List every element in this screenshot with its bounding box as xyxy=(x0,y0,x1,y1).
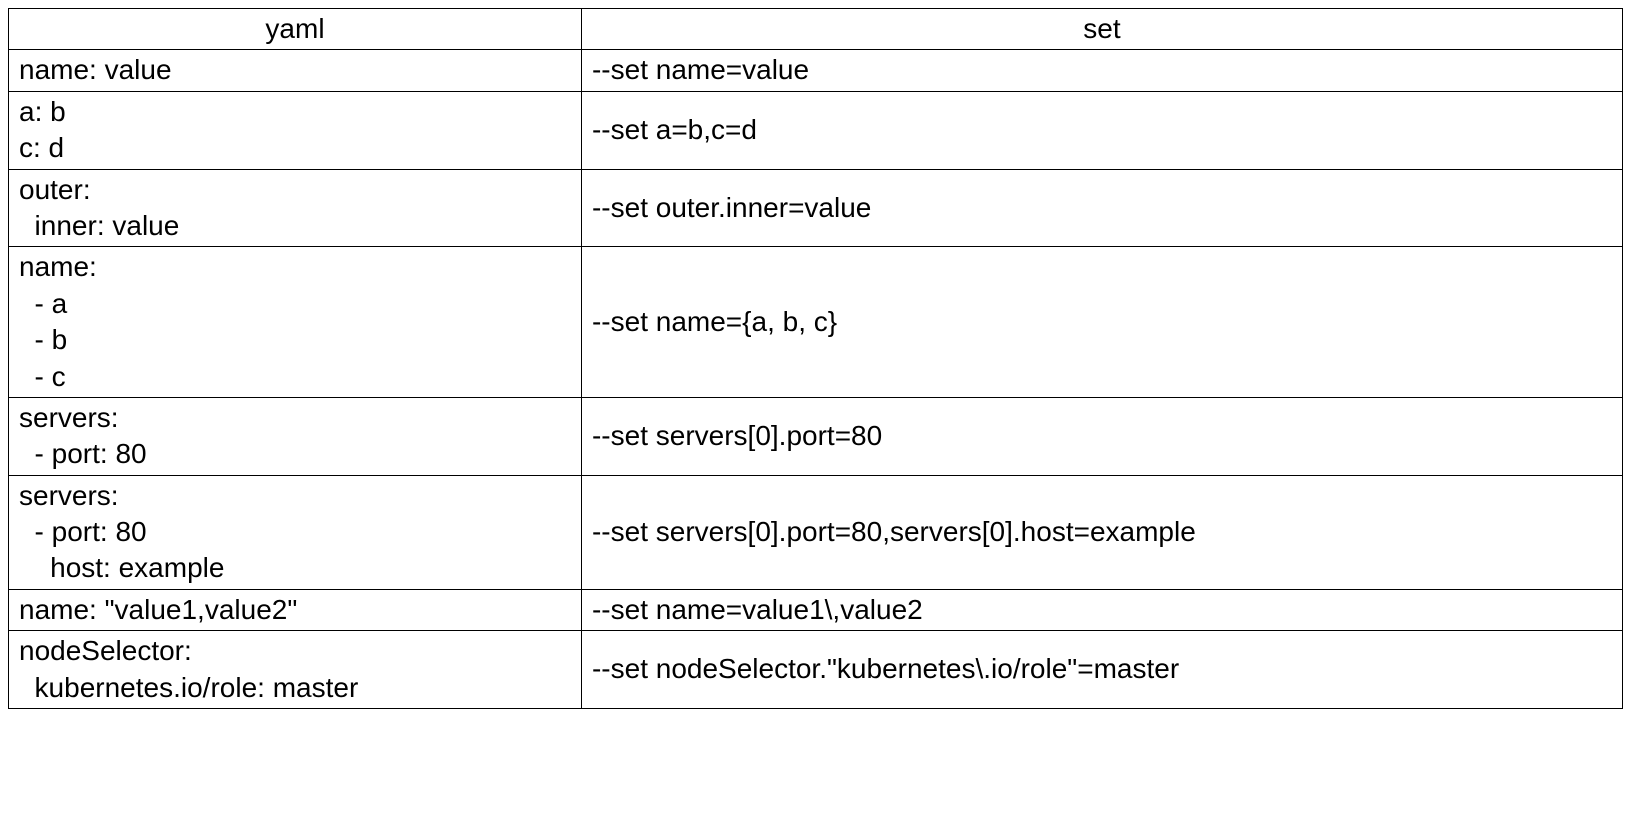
table-row: servers: - port: 80 host: example --set … xyxy=(9,475,1623,589)
table-header-row: yaml set xyxy=(9,9,1623,50)
table-row: name: "value1,value2" --set name=value1\… xyxy=(9,589,1623,630)
yaml-cell: servers: - port: 80 host: example xyxy=(9,475,582,589)
header-set: set xyxy=(581,9,1622,50)
yaml-cell: name: value xyxy=(9,50,582,91)
table-row: nodeSelector: kubernetes.io/role: master… xyxy=(9,631,1623,709)
yaml-cell: name: "value1,value2" xyxy=(9,589,582,630)
yaml-cell: nodeSelector: kubernetes.io/role: master xyxy=(9,631,582,709)
set-cell: --set servers[0].port=80 xyxy=(581,397,1622,475)
yaml-set-table: yaml set name: value --set name=value a:… xyxy=(8,8,1623,709)
set-cell: --set outer.inner=value xyxy=(581,169,1622,247)
table-row: name: - a - b - c --set name={a, b, c} xyxy=(9,247,1623,398)
set-cell: --set nodeSelector."kubernetes\.io/role"… xyxy=(581,631,1622,709)
set-cell: --set a=b,c=d xyxy=(581,91,1622,169)
table-row: servers: - port: 80 --set servers[0].por… xyxy=(9,397,1623,475)
table-row: name: value --set name=value xyxy=(9,50,1623,91)
set-cell: --set name={a, b, c} xyxy=(581,247,1622,398)
yaml-cell: a: b c: d xyxy=(9,91,582,169)
yaml-cell: servers: - port: 80 xyxy=(9,397,582,475)
header-yaml: yaml xyxy=(9,9,582,50)
table-row: a: b c: d --set a=b,c=d xyxy=(9,91,1623,169)
set-cell: --set name=value1\,value2 xyxy=(581,589,1622,630)
table-row: outer: inner: value --set outer.inner=va… xyxy=(9,169,1623,247)
yaml-cell: name: - a - b - c xyxy=(9,247,582,398)
set-cell: --set name=value xyxy=(581,50,1622,91)
yaml-cell: outer: inner: value xyxy=(9,169,582,247)
set-cell: --set servers[0].port=80,servers[0].host… xyxy=(581,475,1622,589)
